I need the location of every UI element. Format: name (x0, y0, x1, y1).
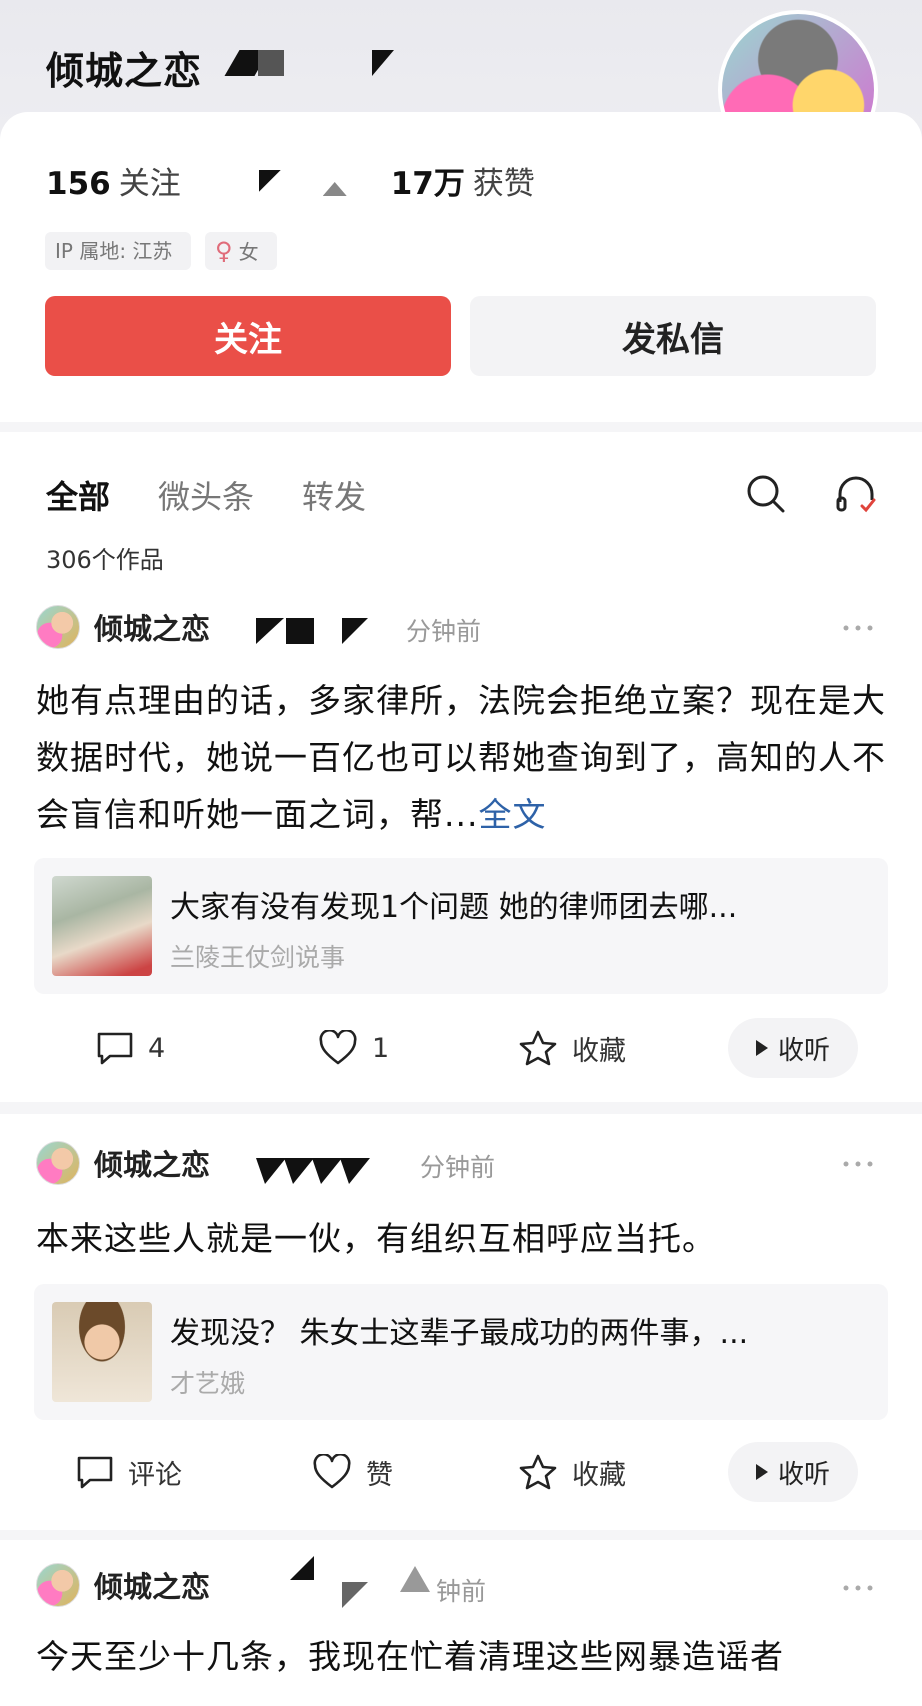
post-author[interactable]: 倾城之恋 (94, 606, 210, 648)
profile-stats: 156 关注 17万 获赞 (46, 158, 535, 203)
post-actions: 评论 赞 收藏 收听 (0, 1442, 922, 1502)
search-icon[interactable] (744, 472, 788, 516)
tab-reposts[interactable]: 转发 (302, 472, 366, 518)
works-count: 306个作品 (46, 546, 164, 574)
post-actions: 4 1 收藏 收听 (0, 1018, 922, 1078)
redaction-mark (286, 618, 314, 644)
author-avatar[interactable] (36, 1141, 80, 1185)
more-options-icon[interactable] (838, 618, 878, 638)
post-text[interactable]: 她有点理由的话，多家律所，法院会拒绝立案？现在是大数据时代，她说一百亿也可以帮她… (36, 672, 886, 843)
play-icon (755, 1464, 768, 1480)
heart-icon (319, 1030, 357, 1065)
following-count[interactable]: 156 (46, 166, 111, 202)
post-time: 钟前 (436, 1577, 487, 1606)
listen-button[interactable]: 收听 (728, 1018, 858, 1078)
article-source: 兰陵王仗剑说事 (170, 943, 346, 972)
post-header: 倾城之恋 (36, 1562, 210, 1608)
article-title: 发现没？ 朱女士这辈子最成功的两件事，... (170, 1316, 749, 1351)
content-tabs: 全部 微头条 转发 (46, 472, 366, 518)
article-thumbnail (52, 876, 152, 976)
like-button[interactable]: 1 (318, 1018, 389, 1078)
likes-count: 17万 (390, 166, 465, 202)
linked-article-card[interactable]: 发现没？ 朱女士这辈子最成功的两件事，... 才艺娥 (34, 1284, 888, 1420)
article-thumbnail (52, 1302, 152, 1402)
profile-name: 倾城之恋 (46, 49, 203, 93)
full-text-link[interactable]: 全文 (478, 795, 546, 834)
follow-button[interactable]: 关注 (45, 296, 451, 376)
like-button[interactable]: 赞 (312, 1442, 393, 1502)
post-text[interactable]: 今天至少十几条，我现在忙着清理这些网暴造谣者 (36, 1628, 886, 1685)
post-time: 分钟前 (406, 617, 482, 646)
female-icon: ♀ (215, 237, 233, 265)
collect-button[interactable]: 收藏 (518, 1442, 626, 1502)
collect-button[interactable]: 收藏 (518, 1018, 626, 1078)
comment-button[interactable]: 评论 (76, 1442, 182, 1502)
author-avatar[interactable] (36, 605, 80, 649)
article-title: 大家有没有发现1个问题 她的律师团去哪... (170, 890, 738, 925)
comment-icon (97, 1032, 133, 1065)
more-options-icon[interactable] (838, 1154, 878, 1174)
gender-tag: ♀ 女 (205, 232, 277, 270)
post-author[interactable]: 倾城之恋 (94, 1142, 210, 1184)
message-button[interactable]: 发私信 (470, 296, 876, 376)
tab-micro-posts[interactable]: 微头条 (158, 472, 254, 518)
post-time: 分钟前 (420, 1153, 496, 1182)
ip-location-tag: IP 属地: 江苏 (45, 232, 191, 270)
post-author[interactable]: 倾城之恋 (94, 1564, 210, 1606)
following-label[interactable]: 关注 (119, 158, 181, 203)
article-source: 才艺娥 (170, 1369, 246, 1398)
author-avatar[interactable] (36, 1563, 80, 1607)
comment-button[interactable]: 4 (96, 1018, 165, 1078)
play-icon (755, 1040, 768, 1056)
heart-icon (313, 1454, 351, 1489)
star-icon (519, 1030, 557, 1066)
comment-icon (77, 1456, 113, 1489)
more-options-icon[interactable] (838, 1578, 878, 1598)
headphones-icon[interactable] (834, 472, 878, 516)
listen-button[interactable]: 收听 (728, 1442, 858, 1502)
post-header: 倾城之恋 (36, 604, 210, 650)
linked-article-card[interactable]: 大家有没有发现1个问题 她的律师团去哪... 兰陵王仗剑说事 (34, 858, 888, 994)
tab-all[interactable]: 全部 (46, 472, 110, 518)
likes-label: 获赞 (472, 166, 535, 202)
star-icon (519, 1454, 557, 1490)
redaction-mark (258, 50, 284, 76)
post-text[interactable]: 本来这些人就是一伙，有组织互相呼应当托。 (36, 1210, 886, 1267)
post-header: 倾城之恋 (36, 1140, 210, 1186)
